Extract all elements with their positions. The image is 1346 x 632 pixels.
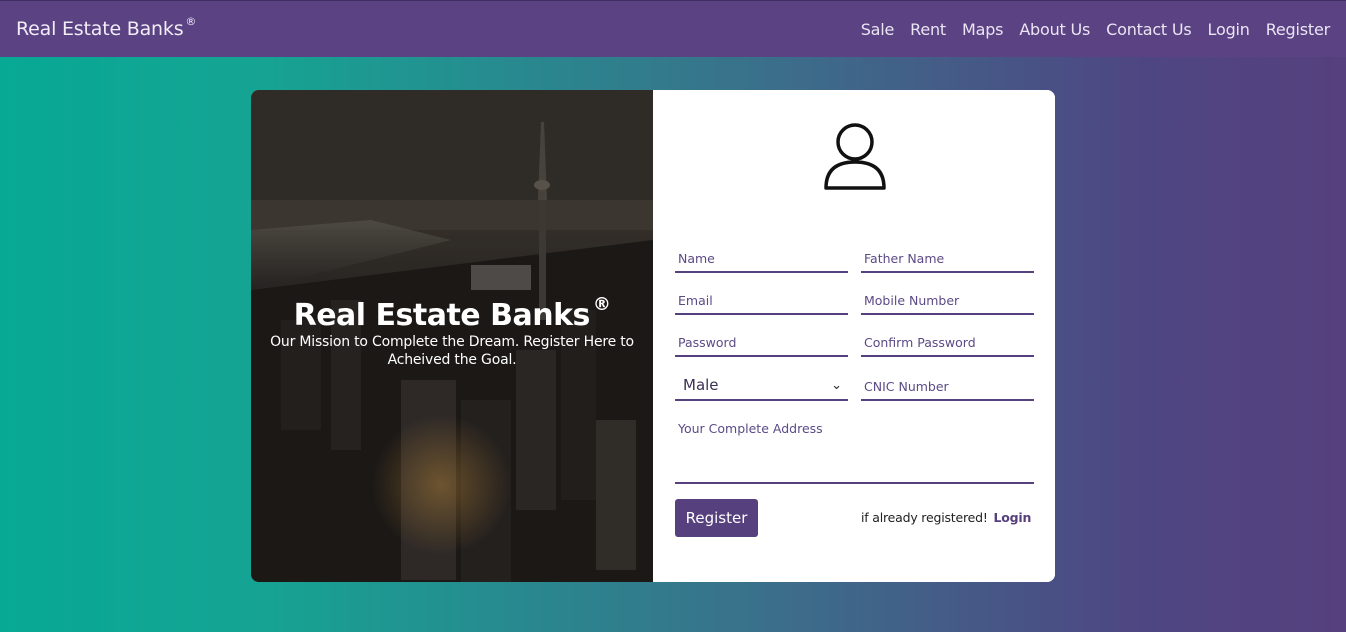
confirm-password-field[interactable] xyxy=(861,329,1034,357)
register-button[interactable]: Register xyxy=(675,499,758,537)
nav-links: Sale Rent Maps About Us Contact Us Login… xyxy=(861,20,1331,39)
cnic-number-field[interactable] xyxy=(861,373,1034,401)
name-field[interactable] xyxy=(675,245,848,273)
father-name-input[interactable] xyxy=(861,245,1034,271)
confirm-password-input[interactable] xyxy=(861,329,1034,355)
brand-link[interactable]: Real Estate Banks ® xyxy=(16,15,197,40)
hero-text-block: Real Estate Banks ® Our Mission to Compl… xyxy=(251,294,653,369)
nav-link-login[interactable]: Login xyxy=(1208,20,1250,39)
chevron-down-icon: ⌄ xyxy=(831,377,842,393)
nav-link-contact-us[interactable]: Contact Us xyxy=(1106,20,1192,39)
address-textarea[interactable] xyxy=(675,415,1034,482)
hero-title-text: Real Estate Banks xyxy=(293,298,591,333)
password-input[interactable] xyxy=(675,329,848,355)
gender-selected-value: Male xyxy=(683,376,719,394)
register-card: Real Estate Banks ® Our Mission to Compl… xyxy=(251,90,1055,582)
hero-panel: Real Estate Banks ® Our Mission to Compl… xyxy=(251,90,653,582)
brand-text: Real Estate Banks xyxy=(16,18,184,40)
mobile-number-field[interactable] xyxy=(861,287,1034,315)
nav-link-register[interactable]: Register xyxy=(1266,20,1330,39)
nav-link-about-us[interactable]: About Us xyxy=(1019,20,1090,39)
cnic-number-input[interactable] xyxy=(861,373,1034,399)
hero-title-registered-mark: ® xyxy=(592,294,611,315)
name-input[interactable] xyxy=(675,245,848,271)
password-field[interactable] xyxy=(675,329,848,357)
nav-link-rent[interactable]: Rent xyxy=(910,20,946,39)
email-field[interactable] xyxy=(675,287,848,315)
hero-title: Real Estate Banks ® xyxy=(293,294,611,333)
gender-select[interactable]: Male ⌄ xyxy=(675,371,848,401)
email-input[interactable] xyxy=(675,287,848,313)
brand-registered-mark: ® xyxy=(185,15,197,28)
already-registered-text: if already registered! xyxy=(861,510,988,525)
user-icon xyxy=(824,123,886,190)
nav-link-maps[interactable]: Maps xyxy=(962,20,1004,39)
nav-link-sale[interactable]: Sale xyxy=(861,20,895,39)
top-navbar: Real Estate Banks ® Sale Rent Maps About… xyxy=(0,0,1346,57)
address-field[interactable] xyxy=(675,415,1034,484)
father-name-field[interactable] xyxy=(861,245,1034,273)
login-link[interactable]: Login xyxy=(993,510,1031,525)
hero-subtitle: Our Mission to Complete the Dream. Regis… xyxy=(270,334,634,368)
mobile-number-input[interactable] xyxy=(861,287,1034,313)
registration-form: Male ⌄ Register if already registered! L… xyxy=(653,90,1055,582)
login-prompt: if already registered! Login xyxy=(861,510,1031,525)
